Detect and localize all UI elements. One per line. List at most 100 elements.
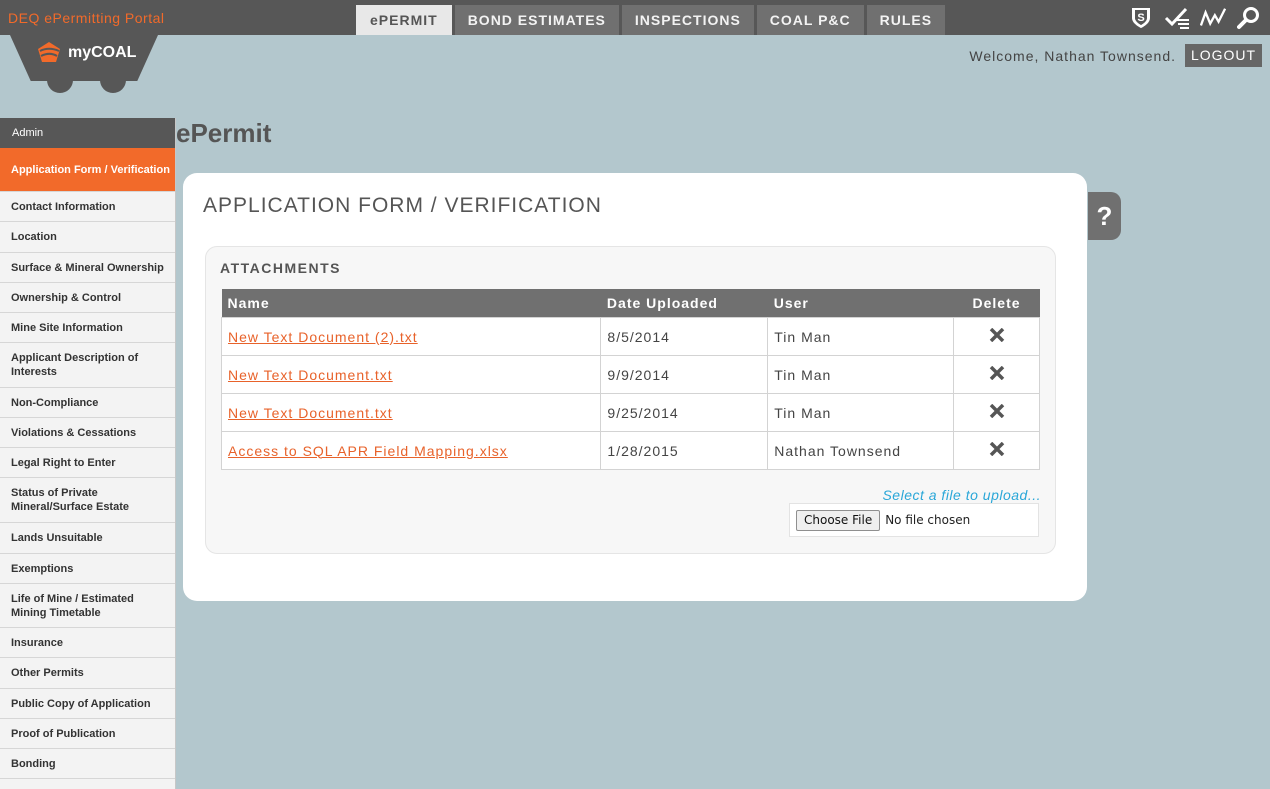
shield-s-icon[interactable]: S — [1128, 5, 1154, 31]
sidebar-item-legal-right-to-enter[interactable]: Legal Right to Enter — [0, 448, 175, 478]
delete-x-icon[interactable] — [989, 365, 1005, 383]
file-link[interactable]: New Text Document.txt — [228, 405, 393, 421]
sidebar-item-proof-of-publication[interactable]: Proof of Publication — [0, 719, 175, 749]
tab-bond-estimates[interactable]: BOND ESTIMATES — [454, 5, 619, 35]
logo-text[interactable]: myCOAL — [68, 44, 136, 62]
sidebar-item-label: Applicant Description of Interests — [11, 352, 139, 378]
sidebar-item-violations-cessations[interactable]: Violations & Cessations — [0, 418, 175, 448]
user-cell: Tin Man — [767, 393, 955, 432]
tab-inspections[interactable]: INSPECTIONS — [621, 5, 754, 35]
file-name-cell: New Text Document (2).txt — [220, 317, 602, 356]
tab-rules[interactable]: RULES — [866, 5, 946, 35]
sidebar-item-status-private-estate[interactable]: Status of Private Mineral/Surface Estate — [0, 478, 175, 523]
sidebar: Admin Application Form / Verification Co… — [0, 118, 176, 789]
date-cell: 9/25/2014 — [600, 393, 769, 432]
tab-coal-pc[interactable]: COAL P&C — [756, 5, 864, 35]
file-link[interactable]: Access to SQL APR Field Mapping.xlsx — [228, 443, 508, 459]
help-button[interactable]: ? — [1088, 192, 1121, 240]
table-row: New Text Document.txt 9/25/2014 Tin Man — [220, 393, 1040, 432]
sidebar-item-non-compliance[interactable]: Non-Compliance — [0, 388, 175, 418]
upload-label: Select a file to upload... — [882, 487, 1041, 503]
sidebar-item-other-permits[interactable]: Other Permits — [0, 658, 175, 689]
sidebar-item-public-copy[interactable]: Public Copy of Application — [0, 689, 175, 719]
tab-epermit[interactable]: ePERMIT — [356, 5, 452, 35]
user-cell: Nathan Townsend — [767, 431, 955, 470]
sidebar-item-ownership-control[interactable]: Ownership & Control — [0, 283, 175, 313]
column-header-name: Name — [221, 289, 601, 318]
sidebar-item-bonding[interactable]: Bonding — [0, 749, 175, 779]
sidebar-item-life-of-mine[interactable]: Life of Mine / Estimated Mining Timetabl… — [0, 584, 175, 628]
cart-wheel-right — [100, 73, 126, 93]
sidebar-item-label: Proof of Publication — [11, 727, 116, 740]
sidebar-item-label: Ownership & Control — [11, 291, 121, 304]
delete-cell — [953, 431, 1040, 470]
column-header-delete: Delete — [953, 289, 1040, 318]
sidebar-item-lands-unsuitable[interactable]: Lands Unsuitable — [0, 523, 175, 554]
table-header-row: Name Date Uploaded User Delete — [221, 289, 1040, 318]
sidebar-item-mine-site-information[interactable]: Mine Site Information — [0, 313, 175, 343]
attachments-table: Name Date Uploaded User Delete New Text … — [220, 289, 1040, 470]
attachments-panel: ATTACHMENTS Name Date Uploaded User Dele… — [205, 246, 1056, 554]
file-name-cell: New Text Document.txt — [220, 393, 602, 432]
sidebar-item-label: Other Permits — [11, 667, 84, 679]
sidebar-item-label: Public Copy of Application — [11, 697, 151, 710]
sidebar-item-label: Lands Unsuitable — [11, 532, 103, 544]
sidebar-item-location[interactable]: Location — [0, 222, 175, 253]
sidebar-item-label: Life of Mine / Estimated Mining Timetabl… — [11, 592, 134, 619]
sidebar-item-surface-mineral-ownership[interactable]: Surface & Mineral Ownership — [0, 253, 175, 283]
search-icon[interactable] — [1236, 5, 1262, 31]
no-file-text: No file chosen — [885, 513, 971, 527]
file-name-cell: New Text Document.txt — [220, 355, 602, 394]
sidebar-item-application-form[interactable]: Application Form / Verification — [0, 148, 175, 192]
delete-x-icon[interactable] — [989, 327, 1005, 345]
date-cell: 8/5/2014 — [600, 317, 769, 356]
welcome-message: Welcome, Nathan Townsend. — [969, 48, 1176, 64]
delete-cell — [953, 317, 1040, 356]
sidebar-item-label: Non-Compliance — [11, 396, 99, 409]
top-bar: DEQ ePermitting Portal ePERMIT BOND ESTI… — [0, 0, 1270, 35]
attachments-title: ATTACHMENTS — [220, 260, 341, 276]
choose-file-button[interactable]: Choose File — [796, 509, 881, 531]
date-cell: 1/28/2015 — [600, 431, 769, 470]
coal-logo-icon — [38, 42, 60, 62]
table-row: New Text Document.txt 9/9/2014 Tin Man — [220, 355, 1040, 394]
chart-line-icon[interactable] — [1200, 5, 1226, 31]
sidebar-item-label: Bonding — [11, 757, 56, 770]
sidebar-item-label: Violations & Cessations — [11, 426, 137, 439]
column-header-date: Date Uploaded — [600, 289, 768, 318]
file-link[interactable]: New Text Document.txt — [228, 367, 393, 383]
user-cell: Tin Man — [767, 355, 955, 394]
delete-cell — [953, 355, 1040, 394]
table-row: New Text Document (2).txt 8/5/2014 Tin M… — [220, 317, 1040, 356]
sidebar-item-label: Location — [11, 231, 57, 243]
svg-text:S: S — [1137, 12, 1144, 24]
delete-x-icon[interactable] — [989, 441, 1005, 459]
sidebar-header: Admin — [0, 118, 175, 148]
card-title: APPLICATION FORM / VERIFICATION — [203, 194, 602, 217]
user-cell: Tin Man — [767, 317, 955, 356]
sidebar-item-label: Surface & Mineral Ownership — [11, 261, 164, 274]
date-cell: 9/9/2014 — [600, 355, 769, 394]
sidebar-item-exemptions[interactable]: Exemptions — [0, 554, 175, 584]
main-tabs: ePERMIT BOND ESTIMATES INSPECTIONS COAL … — [356, 5, 948, 35]
sidebar-item-insurance[interactable]: Insurance — [0, 628, 175, 658]
column-header-user: User — [767, 289, 954, 318]
logout-button[interactable]: LOGOUT — [1185, 44, 1262, 67]
sidebar-item-label: Contact Information — [11, 200, 116, 213]
sidebar-item-applicant-description[interactable]: Applicant Description of Interests — [0, 343, 175, 388]
checklist-icon[interactable] — [1164, 5, 1190, 31]
portal-title: DEQ ePermitting Portal — [8, 10, 165, 26]
delete-x-icon[interactable] — [989, 403, 1005, 421]
file-name-cell: Access to SQL APR Field Mapping.xlsx — [220, 431, 602, 470]
top-icons: S — [1128, 5, 1262, 31]
sidebar-item-label: Application Form / Verification — [11, 163, 170, 176]
sidebar-item-label: Legal Right to Enter — [11, 456, 116, 469]
file-upload-input: Choose File No file chosen — [789, 503, 1039, 537]
table-row: Access to SQL APR Field Mapping.xlsx 1/2… — [220, 431, 1040, 470]
application-form-card: APPLICATION FORM / VERIFICATION ATTACHME… — [183, 173, 1087, 601]
cart-wheel-left — [47, 73, 73, 93]
page-heading: ePermit — [176, 118, 272, 148]
sidebar-item-contact-information[interactable]: Contact Information — [0, 192, 175, 222]
file-link[interactable]: New Text Document (2).txt — [228, 329, 418, 345]
sidebar-item-label: Insurance — [11, 636, 63, 649]
